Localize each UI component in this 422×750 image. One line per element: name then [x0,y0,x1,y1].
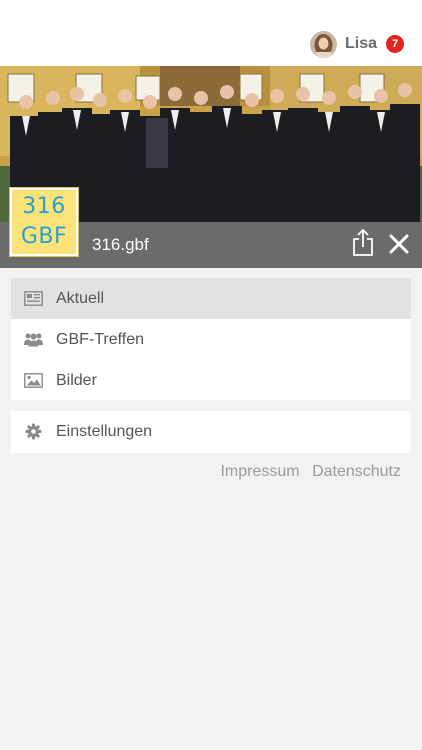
menu-item-label: Einstellungen [56,422,153,440]
menu-item-label: GBF-Treffen [56,330,145,348]
user-name[interactable]: Lisa [345,35,377,53]
gear-icon [24,422,43,441]
top-bar: Lisa 7 [0,0,422,66]
footer-links: Impressum Datenschutz [212,463,401,481]
close-icon [389,234,409,254]
menu-item-label: Aktuell [56,289,105,307]
menu-item-aktuell[interactable]: Aktuell [11,278,411,319]
menu-item-gbf-treffen[interactable]: GBF-Treffen [11,319,411,360]
newspaper-icon [24,289,43,308]
navigation-menu: Aktuell GBF-Treffen Bilder [11,278,411,400]
impressum-link[interactable]: Impressum [220,463,299,480]
group-logo: 316 GBF [10,188,78,256]
user-profile[interactable]: Lisa 7 [309,29,404,59]
datenschutz-link[interactable]: Datenschutz [312,463,401,480]
avatar[interactable] [309,30,337,58]
share-button[interactable] [350,228,376,258]
settings-menu: Einstellungen [11,411,411,453]
menu-item-label: Bilder [56,371,97,389]
share-icon [353,228,373,256]
group-title: 316.gbf [92,235,149,254]
close-button[interactable] [387,232,411,256]
group-logo-line1: 316 [22,194,66,219]
notification-badge[interactable]: 7 [386,35,404,53]
group-logo-line2: GBF [20,224,68,249]
image-icon [24,371,43,390]
menu-item-einstellungen[interactable]: Einstellungen [11,411,411,452]
users-icon [24,330,43,349]
menu-item-bilder[interactable]: Bilder [11,360,411,401]
